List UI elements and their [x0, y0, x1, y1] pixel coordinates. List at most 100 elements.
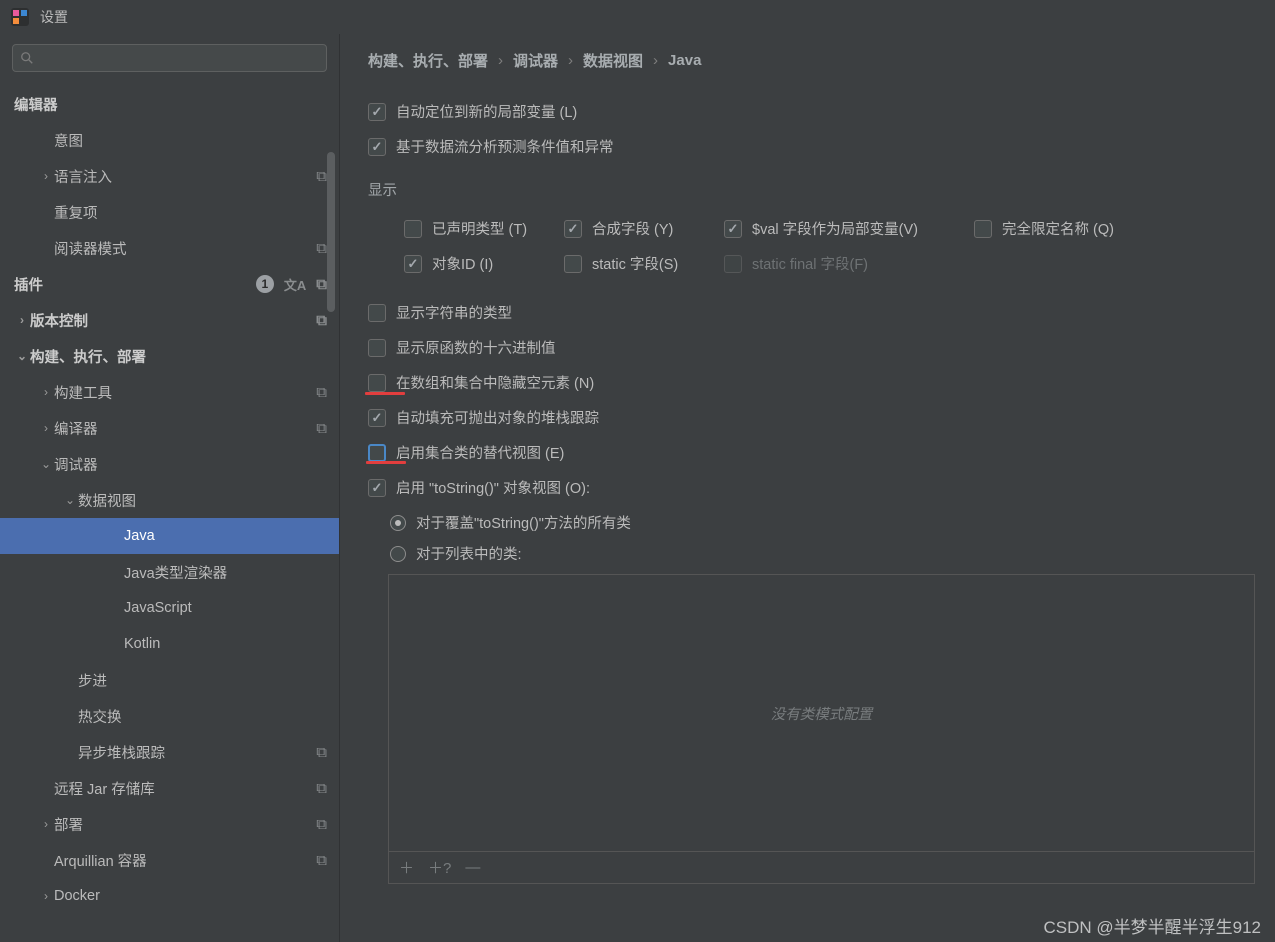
search-input[interactable] [12, 44, 327, 72]
checkbox-label: 显示原函数的十六进制值 [396, 337, 556, 358]
breadcrumb-item[interactable]: 构建、执行、部署 [368, 50, 488, 71]
badge: 1 [256, 275, 274, 293]
sidebar-item-label: 热交换 [78, 706, 339, 727]
checkbox[interactable] [404, 255, 422, 273]
sidebar-item[interactable]: ⌄构建、执行、部署 [0, 338, 339, 374]
checkbox-row: 已声明类型 (T) [404, 218, 564, 239]
chevron-right-icon[interactable]: › [38, 889, 54, 903]
chevron-right-icon[interactable]: › [14, 313, 30, 327]
breadcrumb: 构建、执行、部署 › 调试器 › 数据视图 › Java [368, 50, 1255, 71]
checkbox-label: 自动填充可抛出对象的堆栈跟踪 [396, 407, 599, 428]
checkbox[interactable] [368, 304, 386, 322]
sidebar-item-label: 语言注入 [54, 166, 339, 187]
chevron-right-icon[interactable]: › [38, 817, 54, 831]
sidebar-item[interactable]: Arquillian 容器⧉ [0, 842, 339, 878]
sidebar-item[interactable]: 热交换 [0, 698, 339, 734]
sidebar-item[interactable]: ›部署⧉ [0, 806, 339, 842]
checkbox[interactable] [404, 220, 422, 238]
sidebar-item[interactable]: 意图 [0, 122, 339, 158]
checkbox[interactable] [368, 479, 386, 497]
sidebar-item[interactable]: 阅读器模式⧉ [0, 230, 339, 266]
sidebar-item[interactable]: ›构建工具⧉ [0, 374, 339, 410]
chevron-right-icon[interactable]: › [38, 421, 54, 435]
radio-button[interactable] [390, 515, 406, 531]
sidebar-item-label: JavaScript [124, 600, 339, 616]
sidebar-item[interactable]: Kotlin [0, 626, 339, 662]
checkbox[interactable] [368, 339, 386, 357]
checkbox-label: 已声明类型 (T) [432, 218, 527, 239]
scrollbar[interactable] [327, 92, 337, 292]
chevron-down-icon[interactable]: ⌄ [62, 493, 78, 507]
checkbox-row: 自动定位到新的局部变量 (L) [368, 101, 1255, 122]
display-row1: 已声明类型 (T) 合成字段 (Y) $val 字段作为局部变量(V) 完全限定名称 … [368, 218, 1255, 239]
checkbox-row: 基于数据流分析预测条件值和异常 [368, 136, 1255, 157]
class-patterns-empty: 没有类模式配置 [389, 575, 1254, 851]
sidebar-item[interactable]: 插件1文A⧉ [0, 266, 339, 302]
checkbox-label: 启用 "toString()" 对象视图 (O): [396, 477, 590, 498]
sidebar-item-label: 阅读器模式 [54, 238, 339, 259]
sidebar-item[interactable]: 异步堆栈跟踪⧉ [0, 734, 339, 770]
search-wrap [0, 34, 339, 86]
display-row2: 对象ID (I)static 字段(S)static final 字段(F) [368, 253, 1255, 274]
sidebar-item[interactable]: 重复项 [0, 194, 339, 230]
class-patterns-toolbar: ＋ ＋? — [389, 851, 1254, 883]
checkbox[interactable] [564, 220, 582, 238]
sidebar-item[interactable]: 编辑器 [0, 86, 339, 122]
sidebar-item[interactable]: ›版本控制⧉ [0, 302, 339, 338]
checkbox[interactable] [368, 409, 386, 427]
checkbox[interactable] [368, 138, 386, 156]
radio-button[interactable] [390, 546, 406, 562]
add-pattern-button[interactable]: ＋? [428, 857, 451, 878]
scrollbar-thumb[interactable] [327, 152, 335, 312]
checkbox[interactable] [974, 220, 992, 238]
sidebar-item-label: 构建工具 [54, 382, 339, 403]
checkbox[interactable] [724, 220, 742, 238]
radio-label: 对于覆盖"toString()"方法的所有类 [416, 512, 631, 533]
project-scope-icon: ⧉ [316, 276, 327, 293]
sidebar-item[interactable]: ›语言注入⧉ [0, 158, 339, 194]
checkbox-label: static 字段(S) [592, 253, 678, 274]
checkbox-row: $val 字段作为局部变量(V) [724, 218, 974, 239]
sidebar-item-label: 异步堆栈跟踪 [78, 742, 339, 763]
checkbox-label: 合成字段 (Y) [592, 218, 673, 239]
window-title: 设置 [40, 7, 68, 27]
checkbox-label: 显示字符串的类型 [396, 302, 512, 323]
checkbox-label: 自动定位到新的局部变量 (L) [396, 101, 577, 122]
checkbox-label: 完全限定名称 (Q) [1002, 218, 1114, 239]
sidebar-item[interactable]: ⌄数据视图 [0, 482, 339, 518]
sidebar-item-label: Docker [54, 888, 339, 904]
settings-tree: 编辑器 意图›语言注入⧉ 重复项 阅读器模式⧉插件1文A⧉›版本控制⧉⌄构建、执… [0, 86, 339, 942]
project-scope-icon: ⧉ [316, 420, 327, 437]
sidebar-item[interactable]: ⌄调试器 [0, 446, 339, 482]
sidebar-item[interactable]: JavaScript [0, 590, 339, 626]
main-split: 编辑器 意图›语言注入⧉ 重复项 阅读器模式⧉插件1文A⧉›版本控制⧉⌄构建、执… [0, 34, 1275, 942]
sidebar-item[interactable]: Java类型渲染器 [0, 554, 339, 590]
radio-row: 对于列表中的类: [368, 543, 1255, 564]
chevron-right-icon[interactable]: › [38, 169, 54, 183]
breadcrumb-item[interactable]: 数据视图 [583, 50, 643, 71]
sidebar-item-label: 远程 Jar 存储库 [54, 778, 339, 799]
chevron-down-icon[interactable]: ⌄ [14, 349, 30, 363]
checkbox-row: 显示字符串的类型 [368, 302, 1255, 323]
breadcrumb-item[interactable]: 调试器 [513, 50, 558, 71]
sidebar-item[interactable]: ›Docker [0, 878, 339, 914]
checkbox[interactable] [368, 374, 386, 392]
checkbox-row: static 字段(S) [564, 253, 724, 274]
sidebar-item-label: 编辑器 [14, 94, 339, 115]
sidebar-item-label: Arquillian 容器 [54, 850, 339, 871]
sidebar-item[interactable]: Java [0, 518, 339, 554]
checkbox-row: 在数组和集合中隐藏空元素 (N) [368, 372, 1255, 393]
checkbox[interactable] [368, 103, 386, 121]
sidebar-item[interactable]: ›编译器⧉ [0, 410, 339, 446]
sidebar-item[interactable]: 远程 Jar 存储库⧉ [0, 770, 339, 806]
remove-button[interactable]: — [465, 859, 480, 876]
checkbox-row: 显示原函数的十六进制值 [368, 337, 1255, 358]
checkbox[interactable] [368, 444, 386, 462]
sidebar-item[interactable]: 步进 [0, 662, 339, 698]
chevron-down-icon[interactable]: ⌄ [38, 457, 54, 471]
add-button[interactable]: ＋ [399, 857, 414, 878]
checkbox[interactable] [564, 255, 582, 273]
chevron-right-icon: › [498, 52, 503, 69]
sidebar-item-label: 意图 [54, 130, 339, 151]
chevron-right-icon[interactable]: › [38, 385, 54, 399]
